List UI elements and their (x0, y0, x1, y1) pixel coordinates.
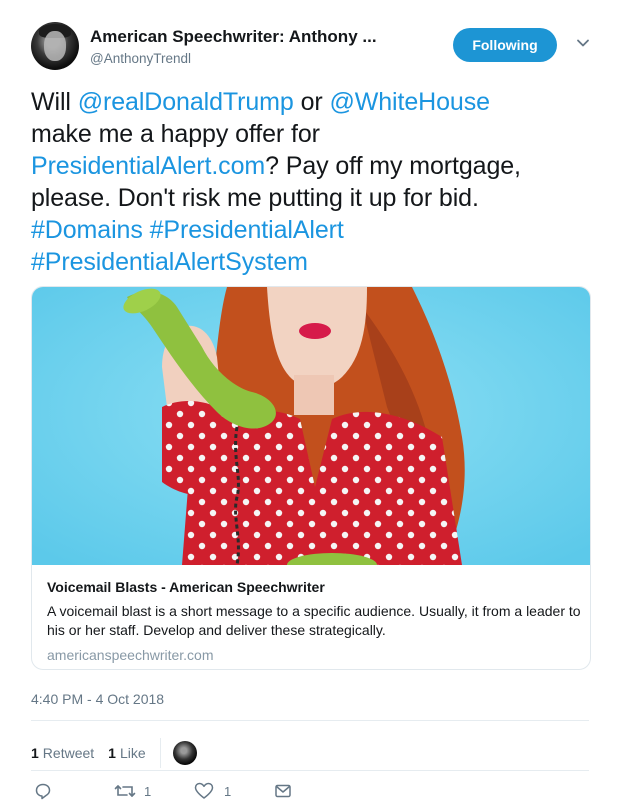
direct-message-button[interactable] (274, 782, 292, 800)
likes-label[interactable]: Like (120, 745, 146, 761)
tweet-text-line: #Domains #PresidentialAlert (31, 214, 596, 246)
card-domain: americanspeechwriter.com (47, 647, 214, 663)
hashtag-link[interactable]: #PresidentialAlertSystem (31, 248, 308, 276)
like-count: 1 (224, 783, 232, 799)
tweet-text-segment: or (293, 88, 330, 116)
reply-button[interactable] (34, 782, 62, 800)
tweet-text-line: PresidentialAlert.com? Pay off my mortga… (31, 150, 596, 182)
author-handle[interactable]: @AnthonyTrendl (90, 51, 191, 66)
tweet-text-line: Will @realDonaldTrump or @WhiteHouse (31, 86, 596, 118)
tweet-stats: 1 Retweet 1 Like (31, 738, 197, 768)
tweet-text-line: #PresidentialAlertSystem (31, 246, 596, 278)
liker-avatar[interactable] (172, 741, 197, 765)
tweet-text-line: please. Don't risk me putting it up for … (31, 182, 596, 214)
retweets-count[interactable]: 1 (31, 745, 39, 761)
mention-link[interactable]: @realDonaldTrump (78, 88, 294, 116)
tweet-text-segment (143, 216, 150, 244)
tweet-timestamp[interactable]: 4:40 PM - 4 Oct 2018 (31, 691, 164, 707)
tweet-text-segment: Will (31, 88, 78, 116)
mention-link[interactable]: @WhiteHouse (329, 88, 490, 116)
card-image (32, 287, 590, 565)
card-body: Voicemail Blasts - American Speechwriter… (47, 579, 582, 663)
likes-count[interactable]: 1 (108, 745, 116, 761)
hashtag-link[interactable]: #PresidentialAlert (150, 216, 344, 244)
retweet-count: 1 (144, 783, 152, 799)
retweet-button[interactable]: 1 (114, 782, 151, 800)
divider (31, 770, 589, 771)
url-link[interactable]: PresidentialAlert.com (31, 152, 265, 180)
tweet-text-line: make me a happy offer for (31, 118, 596, 150)
reply-icon (35, 783, 51, 800)
stats-separator (159, 738, 161, 768)
tweet-text-segment: please. Don't risk me putting it up for … (31, 184, 479, 212)
like-button[interactable]: 1 (194, 782, 231, 800)
chevron-down-icon[interactable] (576, 36, 590, 50)
hashtag-link[interactable]: #Domains (31, 216, 143, 244)
tweet-text: Will @realDonaldTrump or @WhiteHouse make… (31, 86, 596, 278)
heart-icon (194, 782, 214, 799)
tweet-text-segment: ? Pay off my mortgage, (265, 152, 521, 180)
card-description: A voicemail blast is a short message to … (47, 603, 581, 638)
tweet-actions: 1 1 (31, 782, 331, 804)
card-title[interactable]: Voicemail Blasts - American Speechwriter (47, 579, 582, 595)
divider (31, 720, 589, 721)
link-card[interactable]: Voicemail Blasts - American Speechwriter… (31, 286, 591, 670)
following-button[interactable]: Following (453, 28, 557, 62)
tweet-header: American Speechwriter: Anthony ... @Anth… (31, 22, 601, 74)
retweet-icon (114, 785, 136, 797)
message-icon (275, 784, 291, 798)
author-avatar[interactable] (31, 22, 79, 70)
retweets-label[interactable]: Retweet (43, 745, 94, 761)
author-display-name[interactable]: American Speechwriter: Anthony ... (90, 27, 377, 47)
avatar-face (44, 31, 66, 61)
tweet-text-segment: make me a happy offer for (31, 120, 320, 148)
